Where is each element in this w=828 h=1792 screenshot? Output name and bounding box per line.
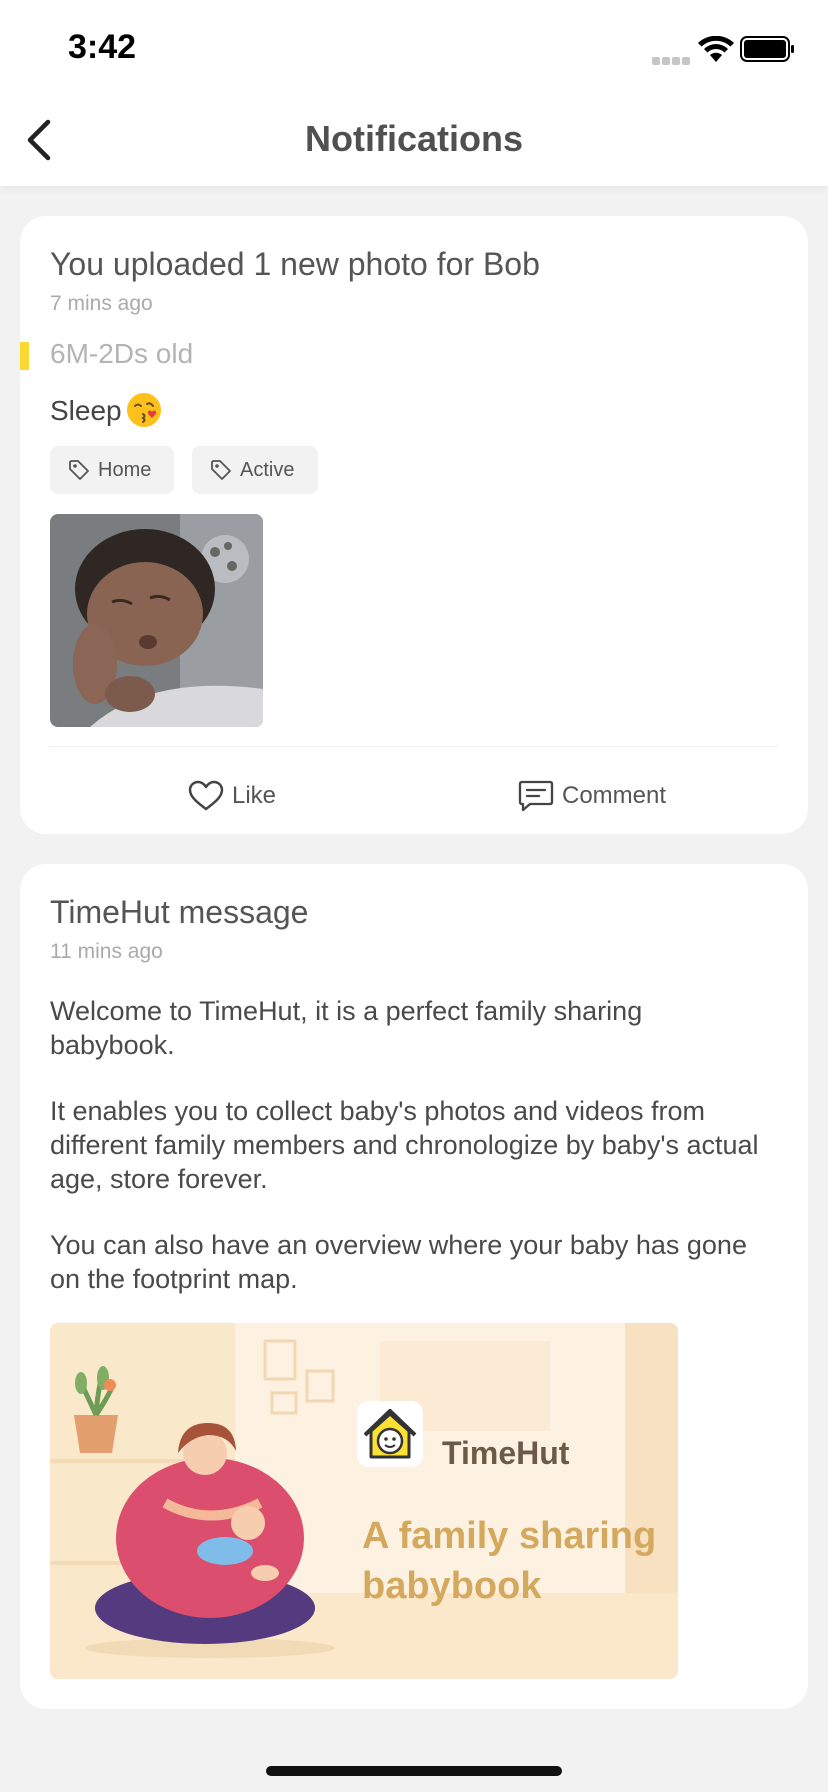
tag-icon <box>211 460 231 480</box>
tag-label: Active <box>240 458 295 481</box>
card-timestamp: 11 mins ago <box>50 940 163 963</box>
signal-icon <box>652 52 692 65</box>
card-title: TimeHut message <box>50 894 309 930</box>
banner-tagline: A family sharing babybook <box>362 1515 657 1607</box>
timehut-message-card[interactable]: TimeHut message 11 mins ago Welcome to T… <box>20 864 808 1709</box>
upload-notification-card[interactable]: You uploaded 1 new photo for Bob 7 mins … <box>20 216 808 834</box>
comment-label: Comment <box>562 782 667 809</box>
status-bar: 3:42 <box>0 0 828 90</box>
caption-text: Sleep <box>50 395 122 426</box>
tag-icon <box>69 460 89 480</box>
battery-icon <box>740 36 794 62</box>
like-label: Like <box>232 782 277 809</box>
card-timestamp: 7 mins ago <box>50 292 153 315</box>
message-paragraph: Welcome to TimeHut, it is a perfect fami… <box>50 996 643 1060</box>
promo-banner[interactable]: TimeHut A family sharing babybook <box>50 1323 678 1679</box>
comment-button[interactable]: Comment <box>518 772 666 820</box>
message-paragraph: It enables you to collect baby's photos … <box>50 1096 759 1194</box>
photo-caption: Sleep <box>50 392 162 428</box>
status-time: 3:42 <box>68 28 137 66</box>
comment-icon <box>518 780 554 812</box>
page-title: Notifications <box>304 118 523 159</box>
heart-icon <box>188 780 224 811</box>
timehut-logo-icon <box>357 1401 423 1467</box>
message-paragraph: You can also have an overview where your… <box>50 1230 747 1294</box>
message-body: Welcome to TimeHut, it is a perfect fami… <box>50 994 770 1328</box>
baby-age: 6M-2Ds old <box>50 338 194 369</box>
nav-bar: Notifications <box>0 90 828 186</box>
banner-illustration <box>50 1323 678 1679</box>
wifi-icon <box>698 36 734 62</box>
age-marker <box>20 342 29 370</box>
banner-brand: TimeHut <box>442 1435 570 1471</box>
card-title: You uploaded 1 new photo for Bob <box>50 246 540 282</box>
tag-home[interactable]: Home <box>50 446 174 494</box>
like-button[interactable]: Like <box>188 772 276 820</box>
baby-photo[interactable] <box>50 514 263 727</box>
home-indicator <box>266 1766 562 1776</box>
tag-active[interactable]: Active <box>192 446 318 494</box>
divider <box>50 746 778 747</box>
tag-label: Home <box>98 458 152 481</box>
kiss-emoji-icon <box>126 393 161 427</box>
